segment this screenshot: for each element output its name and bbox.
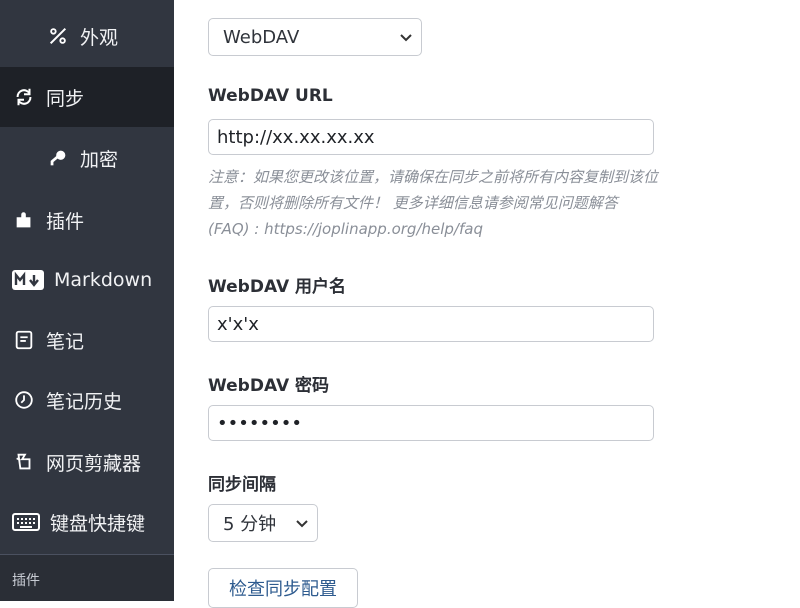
webdav-password-input[interactable]: •••••••• [208, 405, 654, 441]
web-clipper-icon [12, 450, 36, 474]
sync-target-select[interactable]: WebDAV [208, 18, 422, 56]
sidebar-item-markdown[interactable]: Markdown [0, 250, 174, 310]
webdav-url-value: http://xx.xx.xx.xx [217, 126, 375, 148]
markdown-icon [12, 268, 44, 292]
webdav-password-label: WebDAV 密码 [208, 376, 330, 396]
sidebar: 外观 同步 加密 插件 Markdown 笔记 笔记历史 网页剪藏器 键盘快捷键… [0, 0, 174, 601]
sidebar-item-sync[interactable]: 同步 [0, 67, 174, 127]
sidebar-item-label: 笔记 [46, 330, 85, 353]
sidebar-item-label: 加密 [80, 148, 119, 171]
keyboard-icon [12, 510, 40, 534]
webdav-username-input[interactable]: x'x'x [208, 306, 654, 342]
sync-target-value: WebDAV [223, 26, 300, 48]
sidebar-item-label: 插件 [46, 210, 85, 233]
sync-interval-select[interactable]: 5 分钟 [208, 504, 318, 542]
sidebar-item-plugins[interactable]: 插件 [0, 190, 174, 250]
chevron-down-icon [400, 34, 412, 42]
sync-interval-value: 5 分钟 [223, 514, 277, 535]
sync-settings-panel: WebDAV WebDAV URL http://xx.xx.xx.xx 注意：… [174, 0, 800, 608]
sync-target-note: 注意：如果您更改该位置，请确保在同步之前将所有内容复制到该位置，否则将删除所有文… [208, 168, 659, 238]
sidebar-item-label: 网页剪藏器 [46, 452, 142, 475]
sidebar-item-web-clipper[interactable]: 网页剪藏器 [0, 432, 174, 492]
sync-icon [12, 85, 36, 109]
history-icon [12, 388, 36, 412]
webdav-url-label: WebDAV URL [208, 86, 333, 106]
sidebar-item-label: 外观 [80, 26, 119, 49]
note-icon [12, 328, 36, 352]
sidebar-item-label: 笔记历史 [46, 390, 123, 413]
check-sync-config-button[interactable]: 检查同步配置 [208, 568, 358, 608]
appearance-icon [46, 24, 70, 48]
sidebar-item-appearance[interactable]: 外观 [0, 6, 174, 66]
sidebar-item-label: 同步 [46, 87, 85, 110]
webdav-url-input[interactable]: http://xx.xx.xx.xx [208, 119, 654, 155]
webdav-password-value: •••••••• [217, 412, 302, 434]
sidebar-item-label: 键盘快捷键 [50, 512, 146, 535]
sidebar-item-encryption[interactable]: 加密 [0, 128, 174, 188]
sidebar-item-keyboard-shortcuts[interactable]: 键盘快捷键 [0, 492, 174, 552]
webdav-username-label: WebDAV 用户名 [208, 277, 347, 297]
webdav-username-value: x'x'x [217, 313, 259, 335]
puzzle-icon [12, 208, 36, 232]
key-icon [46, 146, 70, 170]
sidebar-item-label: Markdown [54, 269, 153, 291]
chevron-down-icon [296, 520, 308, 528]
sidebar-section-label: 插件 [12, 573, 40, 589]
sidebar-item-note-history[interactable]: 笔记历史 [0, 370, 174, 430]
sync-interval-label: 同步间隔 [208, 475, 276, 495]
sidebar-item-notes[interactable]: 笔记 [0, 310, 174, 370]
